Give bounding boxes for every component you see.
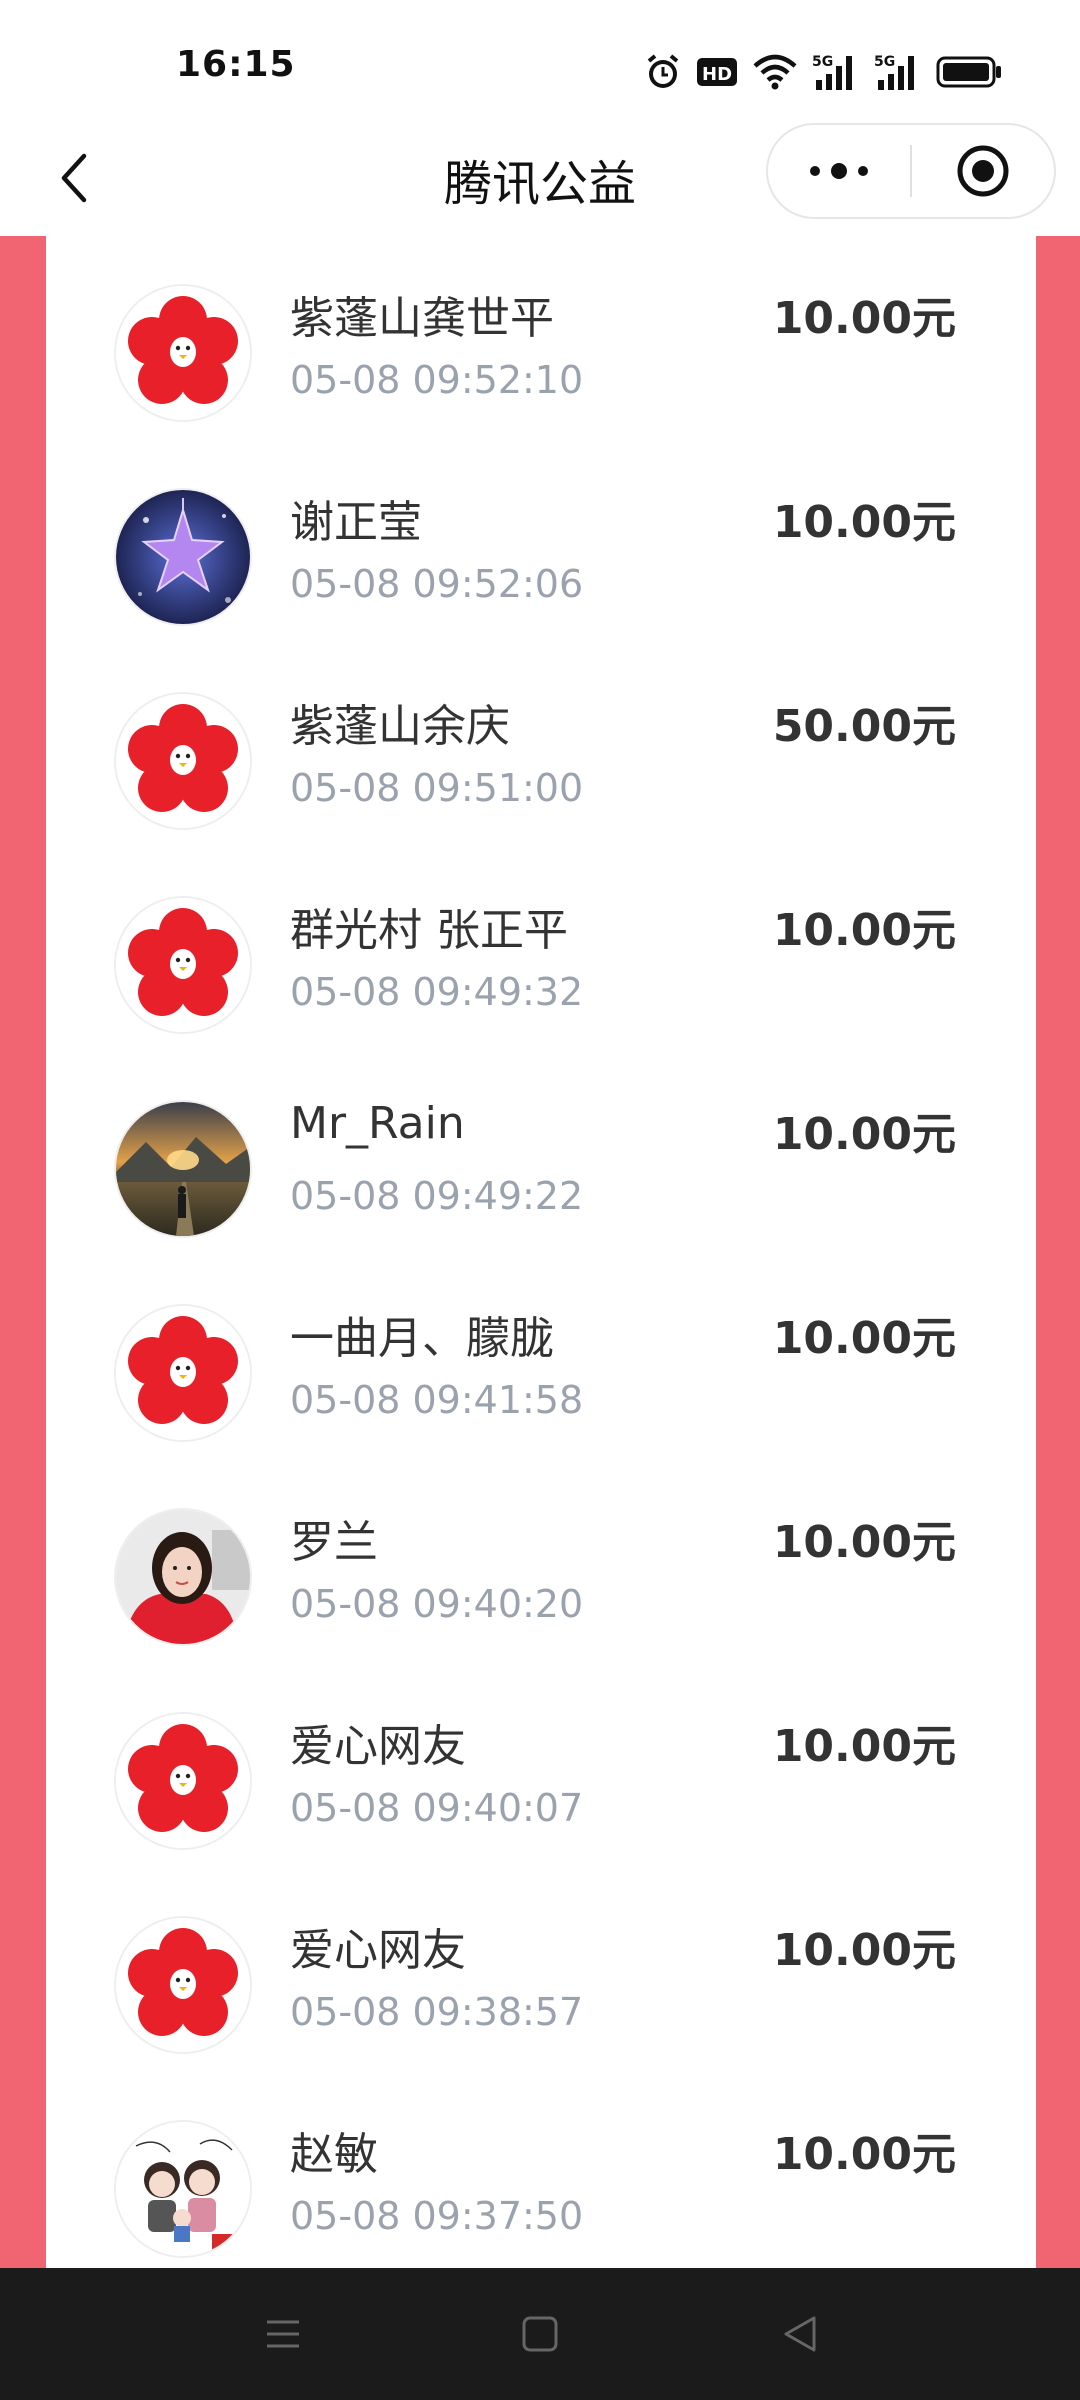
- donation-time: 05-08 09:40:07: [290, 1786, 584, 1830]
- donor-name: 爱心网友: [290, 1721, 466, 1772]
- donor-avatar: [116, 1102, 250, 1236]
- donation-row[interactable]: 爱心网友 05-08 09:40:07 10.00元: [46, 1664, 1036, 1868]
- system-nav-bar: [0, 2268, 1080, 2400]
- donor-name: 一曲月、朦胧: [290, 1313, 554, 1364]
- donor-avatar: [116, 490, 250, 624]
- donation-row[interactable]: 紫蓬山龚世平 05-08 09:52:10 10.00元: [46, 236, 1036, 440]
- donation-amount: 10.00元: [772, 1925, 956, 1976]
- donor-avatar: [116, 694, 250, 828]
- donor-name: 罗兰: [290, 1517, 378, 1568]
- donation-amount: 10.00元: [772, 1517, 956, 1568]
- mini-program-capsule: [766, 123, 1056, 219]
- donation-time: 05-08 09:38:57: [290, 1990, 584, 2034]
- donation-time: 05-08 09:37:50: [290, 2194, 584, 2238]
- donation-time: 05-08 09:52:06: [290, 562, 584, 606]
- more-dots-icon: [810, 163, 868, 179]
- donor-avatar: [116, 1306, 250, 1440]
- back-nav-button[interactable]: [764, 2298, 836, 2370]
- donor-avatar: [116, 1714, 250, 1848]
- donation-amount: 10.00元: [772, 1313, 956, 1364]
- title-bar: 腾讯公益: [0, 120, 1080, 236]
- donor-name: 紫蓬山余庆: [290, 701, 510, 752]
- wifi-icon: [752, 52, 798, 92]
- donation-time: 05-08 09:49:32: [290, 970, 584, 1014]
- alarm-icon: [644, 52, 682, 92]
- donor-name: 赵敏: [290, 2129, 378, 2180]
- mini-program-close-icon: [957, 145, 1009, 197]
- donation-amount: 10.00元: [772, 2129, 956, 2180]
- status-time: 16:15: [176, 44, 296, 85]
- signal-5g-icon: 5G: [874, 52, 922, 92]
- donation-time: 05-08 09:40:20: [290, 1582, 584, 1626]
- donor-name: 谢正莹: [290, 497, 422, 548]
- battery-icon: [936, 52, 1002, 92]
- donor-name: 紫蓬山龚世平: [290, 293, 554, 344]
- donation-amount: 10.00元: [772, 497, 956, 548]
- status-icons: HD 5G 5G: [644, 48, 1002, 96]
- svg-text:HD: HD: [702, 64, 732, 85]
- donation-list[interactable]: 紫蓬山龚世平 05-08 09:52:10 10.00元 谢正莹 05-08 09:52…: [46, 236, 1036, 2268]
- donor-avatar: [116, 286, 250, 420]
- donor-avatar: [116, 1918, 250, 2052]
- menu-icon: [267, 2320, 299, 2348]
- donor-name: Mr_Rain: [290, 1098, 465, 1149]
- donation-row[interactable]: 一曲月、朦胧 05-08 09:41:58 10.00元: [46, 1256, 1036, 1460]
- content-area: 紫蓬山龚世平 05-08 09:52:10 10.00元 谢正莹 05-08 09:52…: [0, 236, 1080, 2268]
- donation-row[interactable]: 群光村 张正平 05-08 09:49:32 10.00元: [46, 848, 1036, 1052]
- svg-text:5G: 5G: [812, 54, 833, 70]
- donor-avatar: [116, 2122, 250, 2256]
- donation-amount: 10.00元: [772, 1721, 956, 1772]
- home-square-icon: [522, 2316, 558, 2352]
- donation-amount: 10.00元: [772, 293, 956, 344]
- donation-amount: 50.00元: [772, 701, 956, 752]
- svg-text:5G: 5G: [874, 54, 895, 70]
- donation-row[interactable]: 紫蓬山余庆 05-08 09:51:00 50.00元: [46, 644, 1036, 848]
- donation-time: 05-08 09:52:10: [290, 358, 584, 402]
- donation-time: 05-08 09:51:00: [290, 766, 584, 810]
- donor-name: 爱心网友: [290, 1925, 466, 1976]
- donation-row[interactable]: 爱心网友 05-08 09:38:57 10.00元: [46, 1868, 1036, 2072]
- back-triangle-icon: [784, 2316, 816, 2352]
- donation-row[interactable]: Mr_Rain 05-08 09:49:22 10.00元: [46, 1052, 1036, 1256]
- donation-time: 05-08 09:49:22: [290, 1174, 584, 1218]
- donor-avatar: [116, 1510, 250, 1644]
- close-button[interactable]: [912, 125, 1054, 217]
- hd-icon: HD: [696, 52, 738, 92]
- home-button[interactable]: [504, 2298, 576, 2370]
- menu-button[interactable]: [247, 2298, 319, 2370]
- donation-row[interactable]: 赵敏 05-08 09:37:50 10.00元: [46, 2072, 1036, 2268]
- donation-time: 05-08 09:41:58: [290, 1378, 584, 1422]
- donation-amount: 10.00元: [772, 1109, 956, 1160]
- more-button[interactable]: [768, 125, 910, 217]
- status-bar: 16:15 HD 5G 5G: [0, 0, 1080, 120]
- donor-name: 群光村 张正平: [290, 905, 568, 956]
- donation-amount: 10.00元: [772, 905, 956, 956]
- donor-avatar: [116, 898, 250, 1032]
- signal-5g-icon: 5G: [812, 52, 860, 92]
- donation-row[interactable]: 罗兰 05-08 09:40:20 10.00元: [46, 1460, 1036, 1664]
- donation-row[interactable]: 谢正莹 05-08 09:52:06 10.00元: [46, 440, 1036, 644]
